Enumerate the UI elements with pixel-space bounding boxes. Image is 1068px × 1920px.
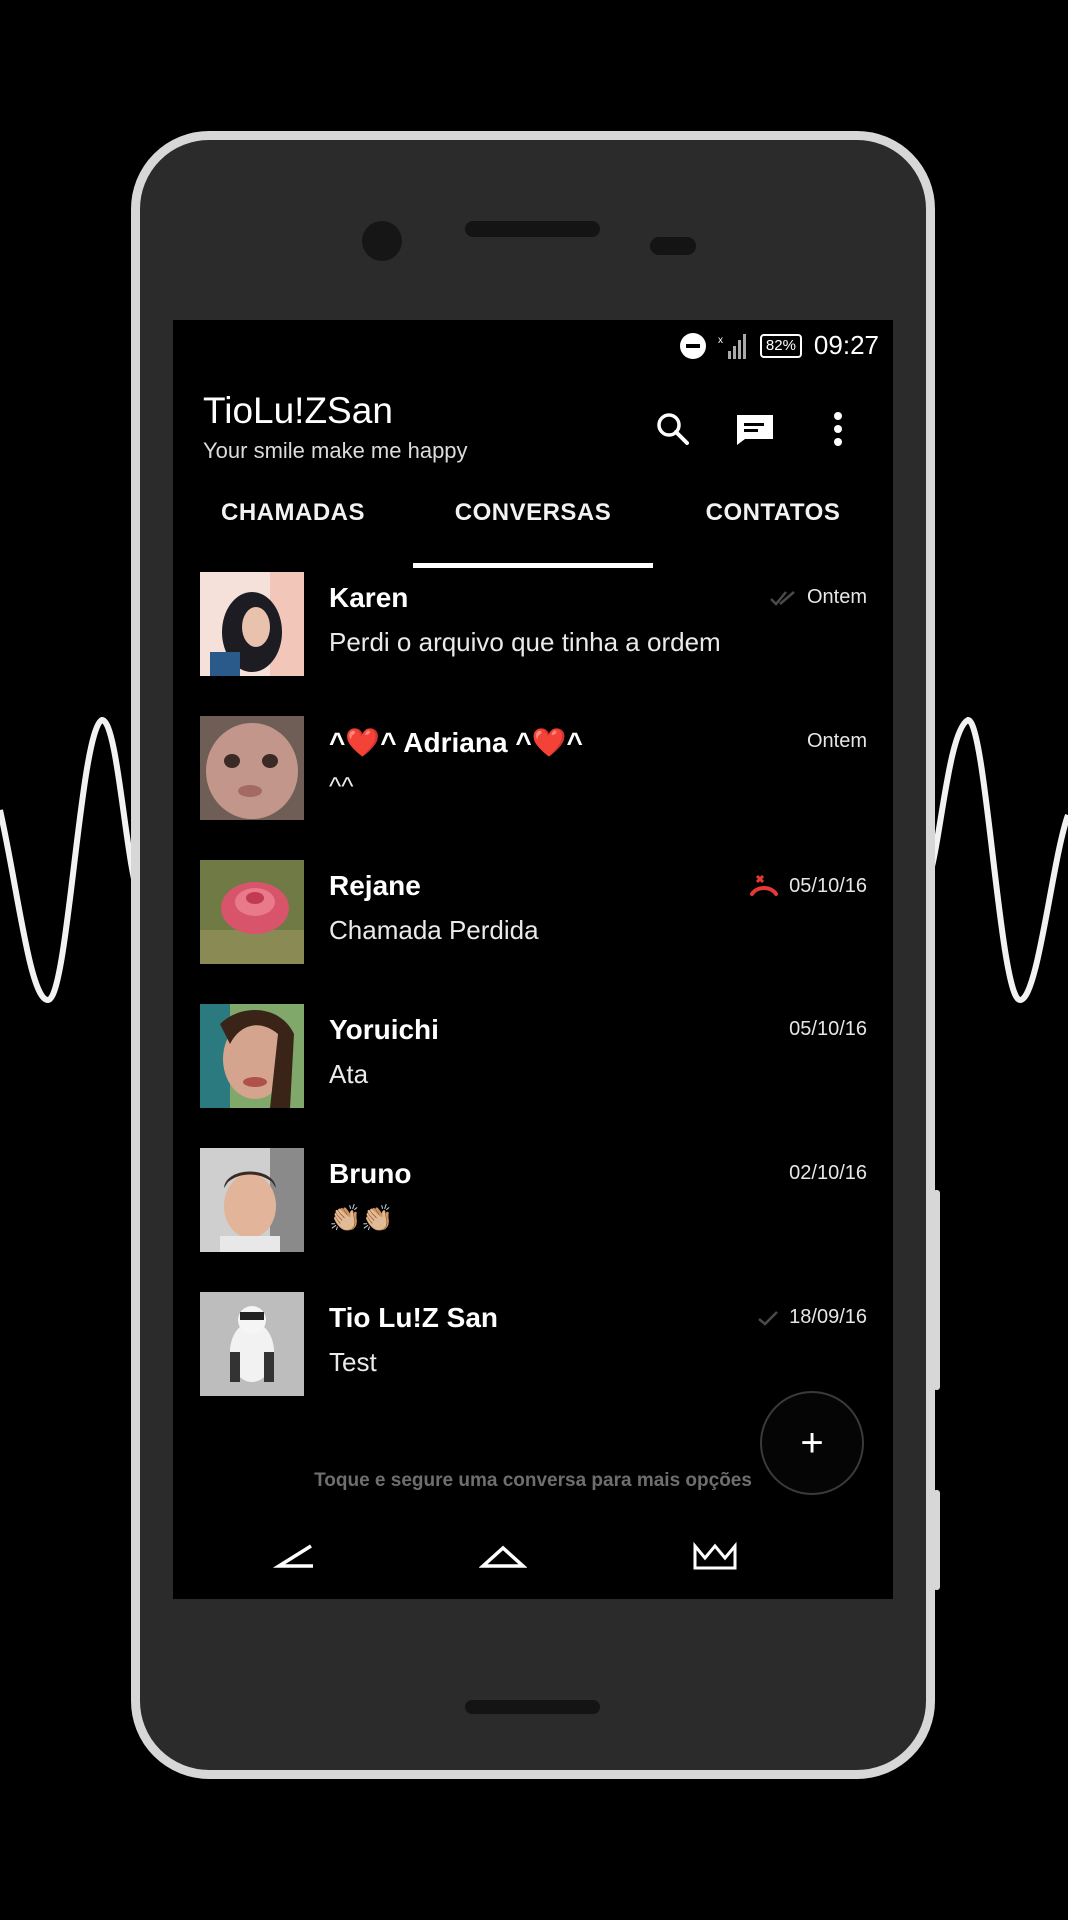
- volume-button: [933, 1490, 940, 1590]
- bottom-speaker: [465, 1700, 600, 1714]
- message-preview: Ata: [329, 1059, 369, 1089]
- recents-button[interactable]: [685, 1532, 745, 1582]
- more-vert-icon: [834, 412, 842, 446]
- earpiece-speaker: [465, 221, 600, 237]
- message-date: 18/09/16: [789, 1306, 867, 1328]
- avatar: [200, 572, 304, 676]
- back-icon: [273, 1544, 313, 1568]
- timestamp-group: 18/09/16: [757, 1306, 867, 1329]
- avatar: [200, 1004, 304, 1108]
- single-check-icon: [758, 1310, 779, 1326]
- phone-frame: x 82% 09:27 TioLu!ZSan Your smile make m…: [131, 131, 940, 1779]
- message-preview: ^^: [329, 771, 354, 801]
- conversation-row-adriana[interactable]: ^❤️^ Adriana ^❤️^ ^^ Ontem: [173, 716, 893, 860]
- message-date: 05/10/16: [789, 1018, 867, 1040]
- timestamp-group: Ontem: [807, 730, 867, 753]
- contact-name: Rejane: [329, 870, 421, 901]
- tab-bar: CHAMADAS CONVERSAS CONTATOS: [173, 490, 893, 568]
- battery-icon: 82%: [759, 333, 802, 358]
- hint-text: Toque e segure uma conversa para mais op…: [314, 1470, 752, 1491]
- double-check-icon: [770, 590, 795, 606]
- avatar: [200, 716, 304, 820]
- tab-contatos[interactable]: CONTATOS: [653, 490, 893, 536]
- front-camera: [362, 221, 402, 261]
- tab-conversas[interactable]: CONVERSAS: [413, 490, 653, 536]
- message-preview: Perdi o arquivo que tinha a ordem: [329, 627, 721, 657]
- avatar: [200, 1148, 304, 1252]
- app-title: TioLu!ZSan: [203, 390, 393, 431]
- new-message-button[interactable]: [730, 404, 780, 454]
- proximity-sensor: [650, 237, 696, 255]
- timestamp-group: 05/10/16: [749, 874, 867, 898]
- timestamp-group: Ontem: [769, 586, 867, 609]
- waveform-left-icon: [0, 716, 140, 1004]
- navigation-bar: [173, 1520, 893, 1599]
- contact-name: Tio Lu!Z San: [329, 1302, 499, 1333]
- back-button[interactable]: [265, 1532, 325, 1582]
- app-bar: TioLu!ZSan Your smile make me happy: [173, 378, 893, 478]
- timestamp-group: 05/10/16: [789, 1018, 867, 1041]
- avatar: [200, 1292, 304, 1396]
- avatar: [200, 860, 304, 964]
- waveform-right-icon: [928, 716, 1068, 1004]
- message-date: 02/10/16: [789, 1162, 867, 1184]
- timestamp-group: 02/10/16: [789, 1162, 867, 1185]
- conversation-row-karen[interactable]: Karen Perdi o arquivo que tinha a ordem …: [173, 572, 893, 716]
- message-preview: 👏🏼👏🏼: [329, 1203, 394, 1233]
- crown-icon: [693, 1542, 737, 1570]
- message-preview: Chamada Perdida: [329, 915, 539, 945]
- message-date: Ontem: [806, 586, 867, 608]
- home-icon: [479, 1545, 527, 1568]
- contact-name: Karen: [329, 582, 409, 613]
- do-not-disturb-icon: [679, 332, 706, 359]
- svg-text:x: x: [718, 335, 723, 346]
- search-icon: [657, 413, 689, 445]
- new-message-icon: [737, 415, 773, 445]
- contact-name: Yoruichi: [329, 1014, 439, 1045]
- more-options-button[interactable]: [813, 404, 863, 454]
- contact-name: ^❤️^ Adriana ^❤️^: [329, 727, 583, 758]
- message-date: 05/10/16: [789, 874, 867, 897]
- signal-icon: x: [718, 333, 746, 359]
- status-clock: 09:27: [813, 330, 879, 360]
- app-subtitle: Your smile make me happy: [203, 438, 468, 463]
- missed-call-icon: [750, 874, 779, 896]
- active-tab-indicator: [413, 563, 653, 568]
- contact-name: Bruno: [329, 1158, 412, 1189]
- power-button: [933, 1190, 940, 1390]
- search-button[interactable]: [648, 404, 698, 454]
- message-preview: Test: [329, 1347, 377, 1377]
- status-bar: x 82% 09:27: [173, 320, 893, 370]
- conversation-row-yoruichi[interactable]: Yoruichi Ata 05/10/16: [173, 1004, 893, 1148]
- message-date: Ontem: [806, 730, 867, 752]
- plus-icon: +: [800, 1420, 824, 1465]
- tab-chamadas[interactable]: CHAMADAS: [173, 490, 413, 536]
- conversation-row-bruno[interactable]: Bruno 👏🏼👏🏼 02/10/16: [173, 1148, 893, 1292]
- home-button[interactable]: [473, 1532, 533, 1582]
- phone-screen: x 82% 09:27 TioLu!ZSan Your smile make m…: [173, 320, 893, 1599]
- conversation-row-rejane[interactable]: Rejane Chamada Perdida 05/10/16: [173, 860, 893, 1004]
